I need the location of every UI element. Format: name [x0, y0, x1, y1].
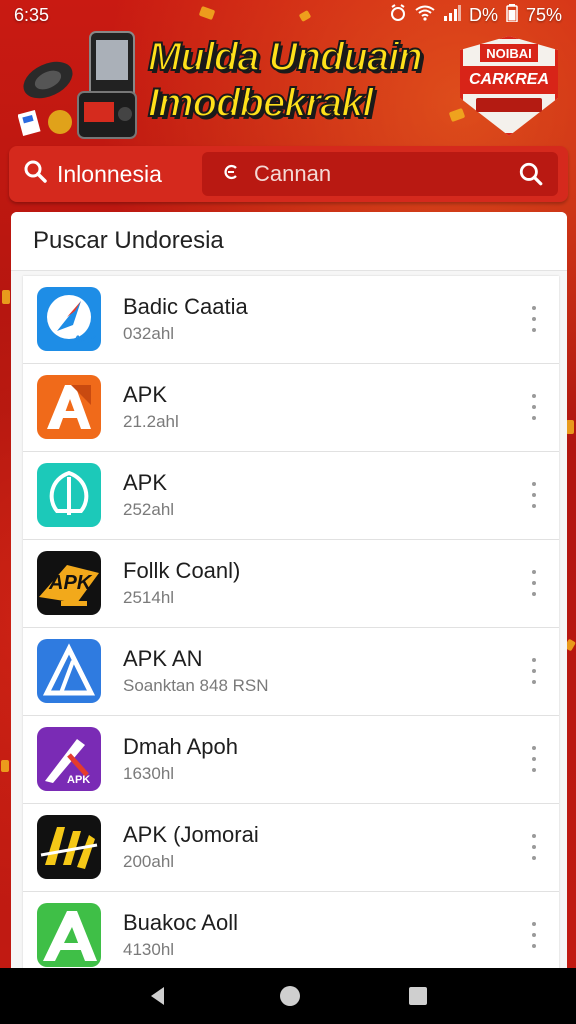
app-size: 4130hl: [123, 940, 175, 959]
more-options-icon[interactable]: [531, 394, 537, 420]
apk-purple-icon: APK: [37, 727, 101, 791]
status-bar: 6:35 D% 75%: [0, 0, 576, 30]
battery-percent: 75%: [525, 4, 562, 25]
app-name: Buakoc Aoll: [123, 910, 238, 935]
svg-text:APK: APK: [48, 572, 93, 594]
badge-main-label: CARKREA: [462, 66, 556, 94]
list-item[interactable]: APK 252ahl: [23, 452, 559, 540]
region-label: Inlonnesia: [57, 160, 162, 187]
confetti-decoration: [2, 290, 10, 304]
navigation-bar: [0, 968, 576, 1024]
banner-title-line2: Imodbekrakl: [147, 80, 375, 126]
promo-banner[interactable]: Mulda Unduain Imodbekrakl NOIBAI CARKREA: [0, 30, 576, 142]
app-size: 200ahl: [123, 852, 175, 871]
list-item[interactable]: APK Follk Coanl) 2514hl: [23, 540, 559, 628]
list-item[interactable]: APK AN Soanktan 848 RSN: [23, 628, 559, 716]
home-icon[interactable]: [276, 982, 304, 1010]
svg-text:APK: APK: [72, 334, 97, 346]
data-indicator: D%: [468, 4, 498, 25]
search-query: Cannan: [254, 161, 332, 186]
list-item[interactable]: APK Badic Caatia 032ahl: [23, 276, 559, 364]
more-options-icon[interactable]: [531, 306, 537, 332]
app-name: APK (Jomorai: [123, 822, 259, 847]
confetti-decoration: [1, 760, 9, 772]
list-item[interactable]: Buakoc Aoll 4130hl: [23, 892, 559, 972]
results-card: Puscar Undoresia APK Badic Caatia 032ahl…: [11, 212, 567, 972]
list-item[interactable]: APK (Jomorai 200ahl: [23, 804, 559, 892]
list-item[interactable]: APK 21.2ahl: [23, 364, 559, 452]
app-size: 2514hl: [123, 588, 175, 607]
app-name: Badic Caatia: [123, 294, 248, 319]
badge-top-label: NOIBAI: [480, 44, 538, 62]
status-time: 6:35: [14, 4, 50, 25]
apk-black-gold-icon: APK: [37, 551, 101, 615]
confetti-decoration: [566, 420, 574, 434]
app-size: 032ahl: [123, 324, 175, 343]
more-options-icon[interactable]: [531, 658, 537, 684]
more-options-icon[interactable]: [531, 922, 537, 948]
region-selector[interactable]: Inlonnesia: [23, 146, 162, 202]
battery-icon: [506, 3, 518, 27]
apk-graffiti-icon: [37, 815, 101, 879]
app-name: APK: [123, 382, 168, 407]
more-options-icon[interactable]: [531, 570, 537, 596]
signal-icon: [443, 4, 461, 26]
alarm-icon: [389, 3, 407, 27]
apk-compass-icon: APK: [37, 287, 101, 351]
more-options-icon[interactable]: [531, 482, 537, 508]
apk-leaf-teal-icon: [37, 463, 101, 527]
more-options-icon[interactable]: [531, 746, 537, 772]
promo-badge: NOIBAI CARKREA: [460, 36, 558, 136]
refresh-icon: [222, 163, 240, 186]
search-input[interactable]: Cannan: [202, 152, 558, 196]
list-header: Puscar Undoresia: [11, 212, 567, 271]
apk-triangle-blue-icon: [37, 639, 101, 703]
wifi-icon: [415, 5, 435, 26]
list-item[interactable]: APK Dmah Apoh 1630hl: [23, 716, 559, 804]
search-submit-icon[interactable]: [518, 161, 544, 193]
app-size: Soanktan 848 RSN: [123, 676, 269, 695]
app-size: 252ahl: [123, 500, 175, 519]
app-size: 21.2ahl: [123, 412, 179, 431]
app-name: Follk Coanl): [123, 558, 241, 583]
app-list: APK Badic Caatia 032ahl APK 21.2ahl APK …: [23, 276, 559, 972]
app-name: APK AN: [123, 646, 203, 671]
search-row: Inlonnesia Cannan: [9, 146, 568, 202]
search-icon: [23, 159, 47, 189]
banner-title: Mulda Unduain Imodbekrakl: [147, 34, 448, 126]
banner-title-line1: Mulda Unduain: [147, 34, 424, 80]
apk-a-orange-icon: [37, 375, 101, 439]
back-icon[interactable]: [144, 982, 172, 1010]
recents-icon[interactable]: [404, 982, 432, 1010]
app-name: APK: [123, 470, 168, 495]
app-name: Dmah Apoh: [123, 734, 238, 759]
more-options-icon[interactable]: [531, 834, 537, 860]
devices-illustration: [17, 30, 148, 142]
apk-a-green-icon: [37, 903, 101, 967]
svg-text:APK: APK: [67, 774, 90, 786]
app-size: 1630hl: [123, 764, 175, 783]
badge-ribbon: [476, 98, 542, 112]
